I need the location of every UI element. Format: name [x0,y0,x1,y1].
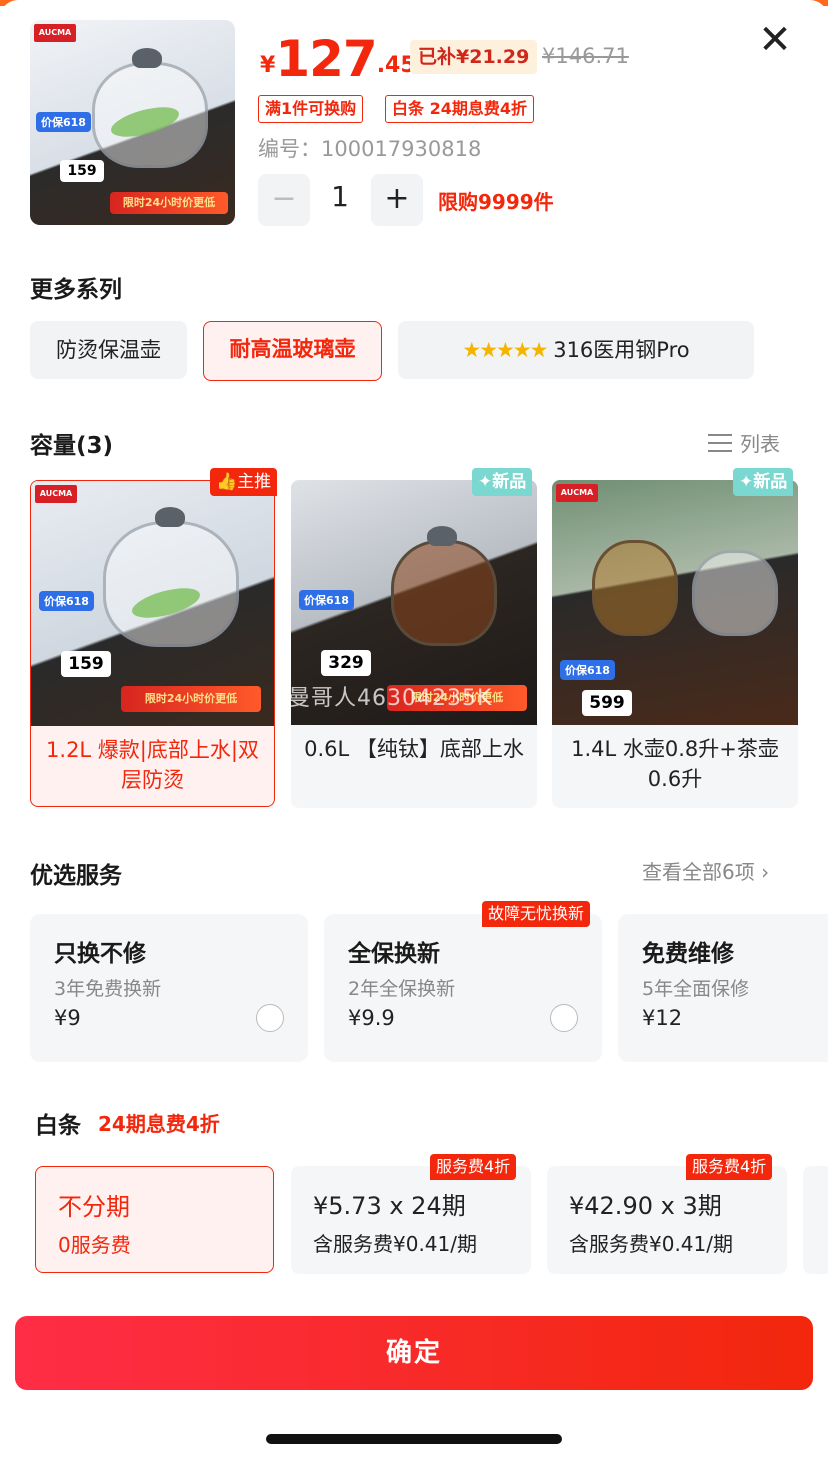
series-title: 更多系列 [30,277,122,303]
original-price: ¥146.71 [542,44,629,68]
installment-option-none[interactable]: 不分期 0服务费 [35,1166,274,1273]
capacity-option-label: 0.6L 【纯钛】底部上水 [304,737,524,761]
baitiao-subtitle: 24期息费4折 [98,1112,220,1136]
brand-logo: AUCMA [556,484,598,502]
promo-tag-installment: 白条 24期息费4折 [385,95,534,123]
thumbs-up-icon: 👍 [216,472,238,492]
service-desc: 3年免费换新 [54,978,162,1000]
capacity-option-image: AUCMA 价保618 599 [552,480,798,725]
installment-option-3[interactable]: ¥42.90 x 3期 含服务费¥0.41/期 [547,1166,787,1274]
service-flag: 故障无忧换新 [482,901,591,927]
thumb-price: 159 [60,160,104,182]
capacity-option-label: 1.4L 水壶0.8升+茶壶0.6升 [571,737,779,791]
list-view-toggle[interactable]: 列表 [708,428,780,457]
option-price: 599 [582,690,632,716]
capacity-option-label: 1.2L 爆款|底部上水|双层防烫 [46,738,259,792]
current-price: ¥ 127 .45 [260,28,416,84]
watermark-text: 曼哥人46304235K [288,686,493,711]
purchase-limit: 限购9999件 [438,190,554,214]
service-radio[interactable] [550,1004,578,1032]
service-option-free-repair[interactable]: 免费维修 5年全面保修 ¥12 [618,914,828,1062]
list-toggle-label: 列表 [740,432,780,456]
kettle-image [592,540,678,636]
service-price: ¥9.9 [348,1006,395,1030]
installment-main: ¥42.90 x 3期 [569,1192,722,1220]
service-desc: 5年全面保修 [642,978,750,1000]
list-icon [708,432,732,454]
service-name: 全保换新 [348,941,440,967]
price-integer: 127 [275,30,377,88]
option-promo-banner: 限时24小时价更低 [121,686,261,712]
kettle-image [391,540,497,646]
series-option-label: 316医用钢Pro [553,338,690,362]
recommended-badge: 👍主推 [210,468,278,496]
quantity-plus-button[interactable]: + [371,174,423,226]
installment-flag: 服务费4折 [686,1154,773,1180]
series-option-insulated[interactable]: 防烫保温壶 [30,321,187,379]
currency-symbol: ¥ [260,53,276,78]
capacity-option-3[interactable]: AUCMA 价保618 599 1.4L 水壶0.8升+茶壶0.6升 [552,480,798,808]
sku-number: 编号：100017930818 [258,137,482,161]
service-price: ¥9 [54,1006,81,1030]
capacity-option-1[interactable]: AUCMA 价保618 159 限时24小时价更低 1.2L 爆款|底部上水|双… [30,480,275,807]
baitiao-title: 白条 [35,1113,81,1139]
new-badge: ✦新品 [733,468,794,496]
confirm-button[interactable]: 确定 [15,1316,813,1390]
service-price: ¥12 [642,1006,683,1030]
service-name: 只换不修 [54,941,146,967]
option-price: 159 [61,651,111,677]
service-radio[interactable] [256,1004,284,1032]
capacity-option-2[interactable]: 价保618 329 限时24小时价更低 0.6L 【纯钛】底部上水 [291,480,537,808]
capacity-option-image: AUCMA 价保618 159 限时24小时价更低 [31,481,274,726]
brand-logo: AUCMA [35,485,77,503]
home-indicator [266,1434,562,1444]
service-option-full-cover[interactable]: 全保换新 2年全保换新 ¥9.9 [324,914,602,1062]
service-desc: 2年全保换新 [348,978,456,1000]
quantity-minus-button[interactable]: − [258,174,310,226]
option-price: 329 [321,650,371,676]
capacity-title: 容量(3) [30,433,114,459]
quantity-value[interactable]: 1 [310,180,370,213]
price-guarantee-badge: 价保618 [560,660,615,680]
close-icon[interactable]: ✕ [756,20,794,60]
sku-selector-sheet: AUCMA 价保618 159 限时24小时价更低 ✕ ¥ 127 .45 已补… [0,0,828,1459]
brand-logo: AUCMA [34,24,76,42]
five-star-icon: ★★★★★ [462,338,548,362]
product-thumbnail: AUCMA 价保618 159 限时24小时价更低 [30,20,235,225]
service-option-replace-only[interactable]: 只换不修 3年免费换新 ¥9 [30,914,308,1062]
installment-option-more[interactable] [803,1166,828,1274]
price-guarantee-badge: 价保618 [39,591,94,611]
new-badge: ✦新品 [472,468,533,496]
service-name: 免费维修 [642,941,734,967]
thumb-promo-banner: 限时24小时价更低 [110,192,228,214]
installment-flag: 服务费4折 [430,1154,517,1180]
promo-tag-exchange: 满1件可换购 [258,95,364,123]
teapot-image [692,550,778,636]
installment-main: 不分期 [58,1193,130,1221]
series-option-steel-pro[interactable]: ★★★★★ 316医用钢Pro [398,321,754,379]
installment-sub: 含服务费¥0.41/期 [569,1232,733,1256]
subsidy-badge: 已补¥21.29 [410,40,538,74]
recommended-badge-label: 主推 [237,472,272,492]
see-all-services-link[interactable]: 查看全部6项 › [642,856,769,885]
kettle-lid-image [155,507,185,527]
price-guarantee-badge: 价保618 [36,112,91,132]
installment-sub: 0服务费 [58,1233,131,1257]
kettle-image [103,521,239,647]
installment-main: ¥5.73 x 24期 [313,1192,466,1220]
installment-option-24[interactable]: ¥5.73 x 24期 含服务费¥0.41/期 [291,1166,531,1274]
price-guarantee-badge: 价保618 [299,590,354,610]
kettle-lid-image [132,48,162,68]
kettle-lid-image [427,526,457,546]
installment-sub: 含服务费¥0.41/期 [313,1232,477,1256]
services-title: 优选服务 [30,863,122,889]
series-option-glass[interactable]: 耐高温玻璃壶 [203,321,382,381]
